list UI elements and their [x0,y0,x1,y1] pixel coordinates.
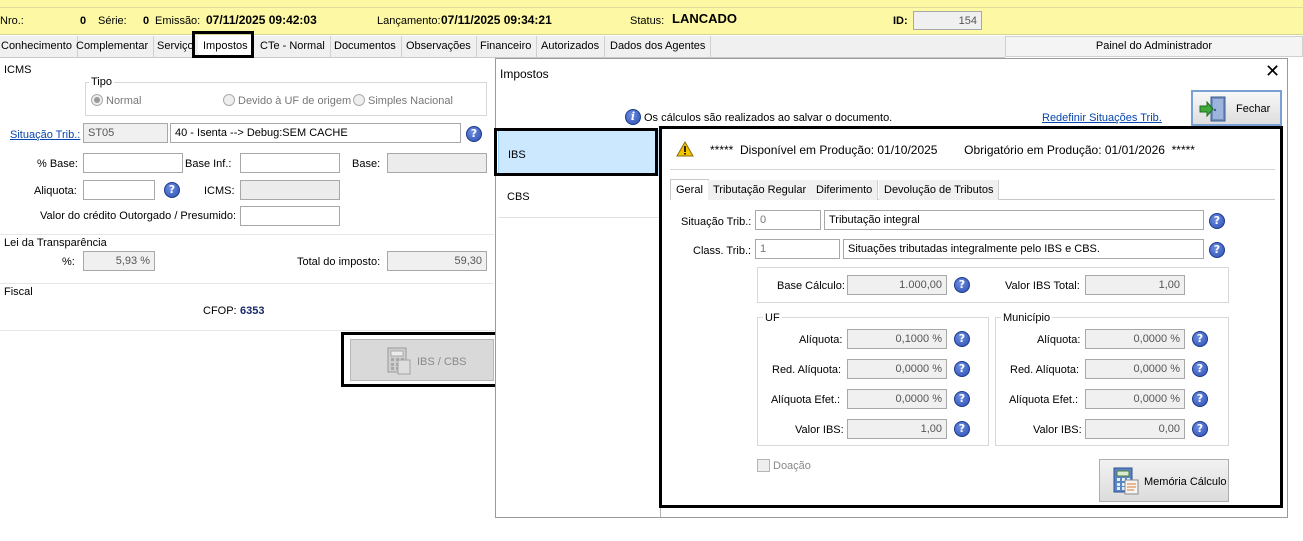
exit-door-icon [1199,95,1229,123]
radio-normal-label: Normal [106,95,142,107]
total-imposto-field[interactable]: 59,30 [387,251,487,271]
radio-simples-label: Simples Nacional [368,95,453,107]
nav-item-cbs[interactable]: CBS [498,176,660,218]
close-icon[interactable]: ✕ [1265,63,1280,81]
divider-2 [0,283,494,284]
emissao-label: Emissão: [155,15,201,27]
info-text: Os cálculos são realizados ao salvar o d… [644,112,893,124]
icms-panel: ICMS Tipo Normal Devido à UF de origem S… [0,58,494,518]
base-inf-label: Base Inf.: [185,158,232,170]
aliquota-label: Aliquota: [34,185,77,197]
radio-simples-dot [353,94,365,106]
ibs-content-highlight [659,126,1283,508]
serie-label: Série: [98,15,127,27]
fechar-button[interactable]: Fechar [1191,90,1282,126]
aliquota-help-icon[interactable]: ? [164,182,180,198]
divider-1 [0,234,494,235]
header-ruler [0,0,1303,8]
divider-3 [0,330,494,331]
icms-value-label: ICMS: [204,185,235,197]
radio-simples[interactable]: Simples Nacional [353,94,453,108]
tipo-group: Tipo Normal Devido à UF de origem Simple… [85,76,487,116]
status-value: LANCADO [672,11,737,26]
base-field[interactable] [387,153,487,173]
nro-label: Nro.: [0,15,24,27]
info-icon: i [625,109,641,125]
nro-value: 0 [80,15,87,27]
radio-devido-uf-dot [223,94,235,106]
base-pct-field[interactable] [83,153,183,173]
situacao-code-field[interactable]: ST05 [83,123,168,143]
tab-complementar[interactable]: Complementar [71,36,155,58]
impostos-tab-highlight [192,31,254,58]
tab-dados-agentes[interactable]: Dados dos Agentes [605,36,712,58]
tipo-title: Tipo [89,76,114,88]
radio-devido-uf[interactable]: Devido à UF de origem [223,94,351,108]
situacao-desc-field[interactable]: 40 - Isenta --> Debug:SEM CACHE [170,123,461,143]
ibs-nav-highlight [494,128,658,176]
credito-field[interactable] [240,206,340,226]
tab-documentos[interactable]: Documentos [329,36,402,58]
tab-autorizados[interactable]: Autorizados [536,36,606,58]
admin-panel-header[interactable]: Painel do Administrador [1005,36,1303,57]
icms-value-field[interactable] [240,180,340,200]
radio-normal-dot [91,94,103,106]
credito-label: Valor do crédito Outorgado / Presumido: [40,210,237,222]
fiscal-title: Fiscal [4,286,33,298]
cfop-label: CFOP: [203,305,237,317]
aliquota-field[interactable] [83,180,155,200]
base-pct-label: % Base: [37,158,78,170]
radio-devido-uf-label: Devido à UF de origem [238,95,352,107]
admin-panel-title: Painel do Administrador [1095,40,1213,52]
tab-servico[interactable]: Serviço [152,36,194,58]
status-label: Status: [630,15,665,27]
tab-conhecimento[interactable]: Conhecimento [0,36,78,58]
transparencia-pct-field[interactable]: 5,93 % [83,251,155,271]
redefinir-link[interactable]: Redefinir Situações Trib. [1042,111,1162,125]
transparencia-title: Lei da Transparência [4,237,107,249]
base-inf-field[interactable] [240,153,340,173]
id-field[interactable]: 154 [913,11,982,30]
dialog-nav: IBS CBS [498,130,661,517]
header-bar: Nro.: 0 Série: 0 Emissão: 07/11/2025 09:… [0,0,1303,35]
tab-financeiro[interactable]: Financeiro [475,36,538,58]
total-imposto-label: Total do imposto: [297,256,381,268]
ibs-cbs-highlight [341,332,500,387]
cfop-value: 6353 [240,305,265,317]
transparencia-pct-label: %: [62,256,75,268]
emissao-value: 07/11/2025 09:42:03 [206,13,317,27]
situacao-help-icon[interactable]: ? [466,126,482,142]
tab-cte-normal[interactable]: CTe - Normal [255,36,331,58]
main-tabs: Conhecimento Complementar Serviço Impost… [0,36,1005,58]
id-label: ID: [893,15,908,27]
serie-value: 0 [143,15,150,27]
radio-normal[interactable]: Normal [91,94,141,108]
tab-observacoes[interactable]: Observações [401,36,477,58]
lancamento-label: Lançamento: [377,15,441,27]
icms-title: ICMS [4,64,32,76]
fechar-label: Fechar [1236,103,1271,115]
nav-item-cbs-label: CBS [507,191,530,203]
lancamento-value: 07/11/2025 09:34:21 [441,13,552,27]
situacao-trib-link[interactable]: Situação Trib.: [10,128,80,142]
base-label: Base: [352,158,381,170]
dialog-title: Impostos [500,67,549,81]
